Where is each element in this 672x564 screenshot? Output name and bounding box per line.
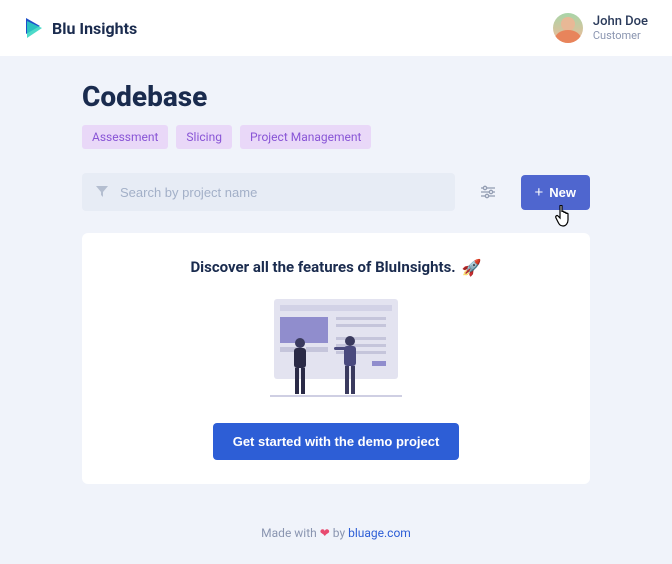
footer-link[interactable]: bluage.com xyxy=(348,526,411,540)
new-button[interactable]: + New xyxy=(521,175,591,210)
filter-settings-button[interactable] xyxy=(471,175,505,209)
app-header: Blu Insights John Doe Customer xyxy=(0,0,672,56)
sliders-icon xyxy=(481,185,495,199)
tag-assessment[interactable]: Assessment xyxy=(82,125,168,149)
toolbar: + New xyxy=(82,173,590,211)
footer: Made with ❤ by bluage.com xyxy=(82,526,590,540)
tag-slicing[interactable]: Slicing xyxy=(176,125,232,149)
brand-name: Blu Insights xyxy=(52,19,137,38)
illustration xyxy=(264,295,408,401)
user-name: John Doe xyxy=(593,14,648,30)
search-input[interactable] xyxy=(120,185,441,200)
rocket-icon: 🚀 xyxy=(462,258,482,277)
footer-prefix: Made with xyxy=(261,526,320,540)
logo-icon xyxy=(24,16,44,40)
brand[interactable]: Blu Insights xyxy=(24,16,137,40)
tag-list: Assessment Slicing Project Management xyxy=(82,125,590,149)
discover-title: Discover all the features of BluInsights… xyxy=(190,258,455,276)
heart-icon: ❤ xyxy=(320,526,330,540)
search-box[interactable] xyxy=(82,173,455,211)
user-info: John Doe Customer xyxy=(593,14,648,43)
user-menu[interactable]: John Doe Customer xyxy=(553,13,648,43)
footer-mid: by xyxy=(330,526,348,540)
main-content: Codebase Assessment Slicing Project Mana… xyxy=(0,56,672,564)
demo-project-button[interactable]: Get started with the demo project xyxy=(213,423,460,460)
avatar xyxy=(553,13,583,43)
plus-icon: + xyxy=(535,185,544,200)
discover-title-row: Discover all the features of BluInsights… xyxy=(190,258,481,277)
cursor-pointer-icon xyxy=(555,205,573,227)
user-role: Customer xyxy=(593,29,648,42)
tag-project-management[interactable]: Project Management xyxy=(240,125,371,149)
page-title: Codebase xyxy=(82,80,590,113)
filter-funnel-icon xyxy=(96,186,108,198)
discover-card: Discover all the features of BluInsights… xyxy=(82,233,590,484)
new-button-label: New xyxy=(549,185,576,200)
